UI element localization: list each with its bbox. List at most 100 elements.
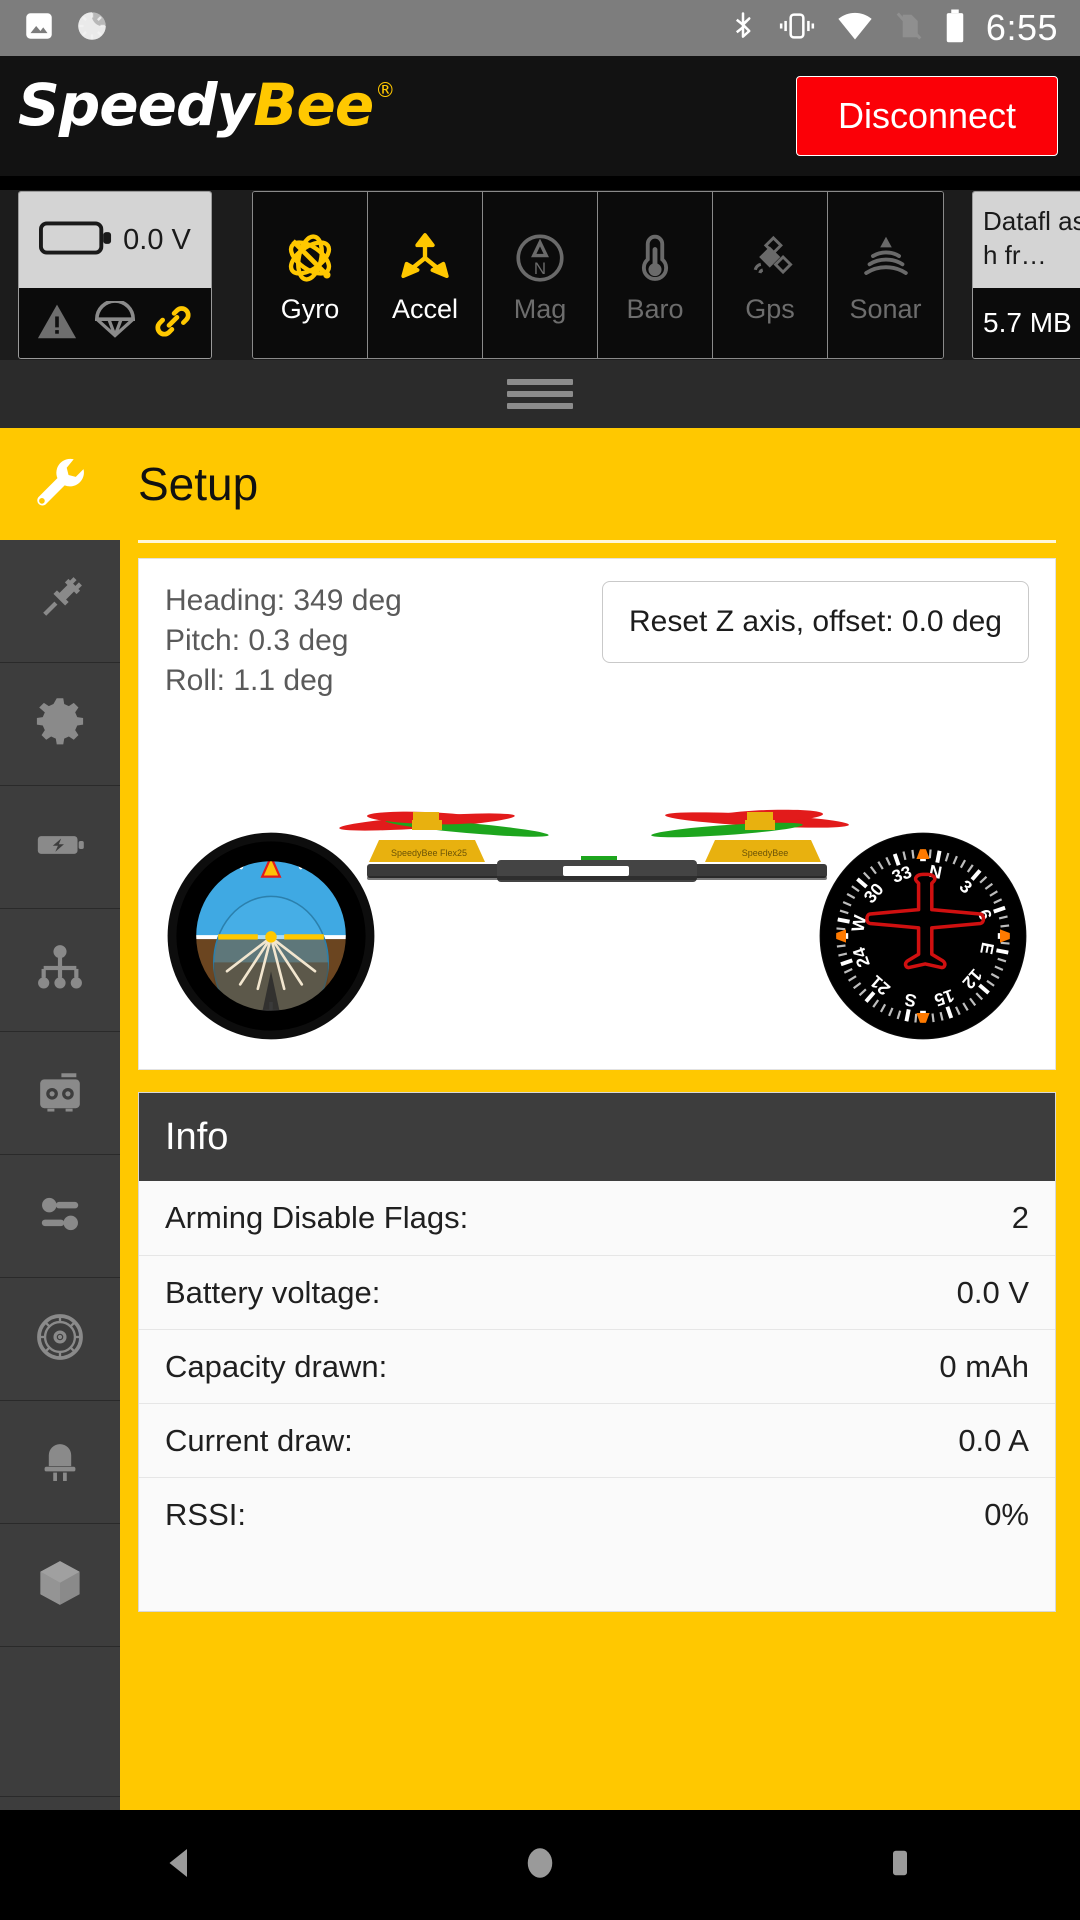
sonar-waves-icon	[857, 228, 915, 288]
info-rows: Arming Disable Flags: 2 Battery voltage: 0.…	[139, 1181, 1055, 1551]
loading-spinner-icon	[74, 8, 110, 49]
svg-text:SpeedyBee: SpeedyBee	[742, 848, 789, 858]
sidebar-item-receiver[interactable]	[0, 1032, 120, 1155]
sensor-cell-gyro[interactable]: Gyro	[253, 192, 368, 358]
speedybee-logo: Speedy Bee ®	[18, 71, 396, 139]
info-card-title: Info	[139, 1093, 1055, 1181]
led-icon	[32, 1432, 88, 1493]
gear-icon	[32, 694, 88, 755]
info-row-value: 0.0 V	[956, 1274, 1029, 1310]
reticle-icon	[32, 1309, 88, 1370]
wifi-icon	[836, 10, 874, 47]
gyroscope-icon	[281, 228, 339, 288]
satellite-icon	[741, 228, 799, 288]
sidebar-item-motors[interactable]	[0, 909, 120, 1032]
sidebar-item-presets[interactable]	[0, 1524, 120, 1647]
status-bar-clock: 6:55	[985, 7, 1058, 48]
info-row-label: Capacity drawn:	[165, 1348, 388, 1384]
title-divider	[138, 540, 1056, 543]
dataflash-box[interactable]: Datafl ash fr… 5.7 MB	[972, 191, 1080, 359]
hierarchy-icon	[32, 940, 88, 1001]
sensor-label-gyro: Gyro	[280, 293, 340, 324]
status-bar-left-icons	[22, 8, 110, 49]
sensor-cell-gps[interactable]: Gps	[713, 192, 828, 358]
info-row-label: Arming Disable Flags:	[165, 1200, 469, 1235]
compass-icon: N	[511, 228, 569, 288]
logo-text-speedy: Speedy	[18, 71, 254, 139]
info-row-label: RSSI:	[165, 1496, 246, 1532]
sensor-cells: Gyro Accel N Mag Baro Gps Sonar	[252, 191, 944, 359]
setup-page: Setup Heading: 349 deg Pitch: 0.3 deg Ro…	[0, 428, 1080, 1920]
disconnect-button[interactable]: Disconnect	[796, 76, 1058, 156]
sensor-label-mag: Mag	[513, 293, 567, 324]
battery-status-box[interactable]: 0.0 V	[18, 191, 212, 359]
back-triangle-icon[interactable]	[159, 1842, 201, 1889]
sensor-label-baro: Baro	[626, 293, 684, 324]
sensor-label-accel: Accel	[391, 293, 459, 324]
info-row-value: 2	[1011, 1200, 1029, 1235]
svg-text:SpeedyBee Flex25: SpeedyBee Flex25	[391, 848, 467, 858]
info-row-label: Battery voltage:	[165, 1274, 381, 1310]
rc-transmitter-icon	[32, 1063, 88, 1124]
battery-bolt-icon	[32, 817, 88, 878]
warning-icon[interactable]	[35, 301, 79, 346]
battery-outline-icon	[39, 218, 113, 263]
page-title: Setup	[138, 458, 259, 510]
info-row-value: 0.0 A	[958, 1422, 1029, 1458]
wrench-icon	[29, 451, 91, 518]
battery-flags-row	[19, 288, 211, 358]
sidebar-item-led-strip[interactable]	[0, 1401, 120, 1524]
sidebar-spacer	[0, 1647, 120, 1797]
sidebar-item-power[interactable]	[0, 786, 120, 909]
cube-icon	[32, 1555, 88, 1616]
battery-voltage-row: 0.0 V	[19, 192, 211, 288]
sidebar-item-modes[interactable]	[0, 1155, 120, 1278]
link-icon[interactable]	[151, 301, 195, 346]
svg-text:N: N	[534, 258, 546, 277]
bluetooth-icon	[728, 9, 758, 48]
sensor-cell-baro[interactable]: Baro	[598, 192, 713, 358]
logo-trademark: ®	[375, 78, 396, 102]
status-bar-right-icons: 6:55	[728, 8, 1058, 49]
attitude-card: Heading: 349 deg Pitch: 0.3 deg Roll: 1.…	[138, 558, 1056, 1070]
accelerometer-icon	[396, 228, 454, 288]
info-row-label: Current draw:	[165, 1422, 353, 1458]
info-row: Arming Disable Flags: 2	[139, 1181, 1055, 1255]
heading-value: Heading: 349 deg	[165, 584, 402, 617]
roll-value: Roll: 1.1 deg	[165, 664, 334, 697]
parachute-icon[interactable]	[93, 298, 137, 346]
battery-icon	[944, 8, 966, 49]
sensor-label-sonar: Sonar	[849, 293, 922, 324]
android-status-bar: 6:55	[0, 0, 1080, 56]
dataflash-value: 5.7 MB	[973, 288, 1080, 358]
sliders-icon	[32, 1186, 88, 1247]
recents-square-icon[interactable]	[879, 1842, 921, 1889]
sidebar-item-ports[interactable]	[0, 540, 120, 663]
info-row: Battery voltage: 0.0 V	[139, 1255, 1055, 1329]
info-row: RSSI: 0%	[139, 1477, 1055, 1551]
reset-z-axis-button[interactable]: Reset Z axis, offset: 0.0 deg	[602, 581, 1029, 663]
sensor-status-bar: 0.0 V Gyro Accel N Mag Baro Gps Sonar Da…	[0, 190, 1080, 360]
sensor-cell-mag[interactable]: N Mag	[483, 192, 598, 358]
info-card: Info Arming Disable Flags: 2 Battery volta…	[138, 1092, 1056, 1612]
android-nav-bar	[0, 1810, 1080, 1920]
logo-text-bee: Bee	[253, 71, 374, 139]
dataflash-label: Datafl ash fr…	[973, 192, 1080, 288]
sensor-cell-accel[interactable]: Accel	[368, 192, 483, 358]
artificial-horizon-gauge[interactable]	[161, 826, 381, 1051]
heading-compass-gauge[interactable]: N 3 6 E 12 15 S 21 24 W 30 33	[813, 826, 1033, 1051]
plug-icon	[32, 571, 88, 632]
panel-drag-handle[interactable]	[0, 360, 1080, 428]
battery-voltage-value: 0.0 V	[123, 223, 191, 256]
sim-card-off-icon	[894, 9, 924, 48]
home-circle-icon[interactable]	[519, 1842, 561, 1889]
thermometer-icon	[626, 228, 684, 288]
app-header: Speedy Bee ® Disconnect	[0, 56, 1080, 176]
left-sidebar	[0, 540, 120, 1920]
drag-handle-icon	[507, 379, 573, 409]
info-row: Capacity drawn: 0 mAh	[139, 1329, 1055, 1403]
sidebar-item-configuration[interactable]	[0, 663, 120, 786]
sensor-cell-sonar[interactable]: Sonar	[828, 192, 943, 358]
image-icon	[22, 9, 56, 48]
sidebar-item-osd[interactable]	[0, 1278, 120, 1401]
